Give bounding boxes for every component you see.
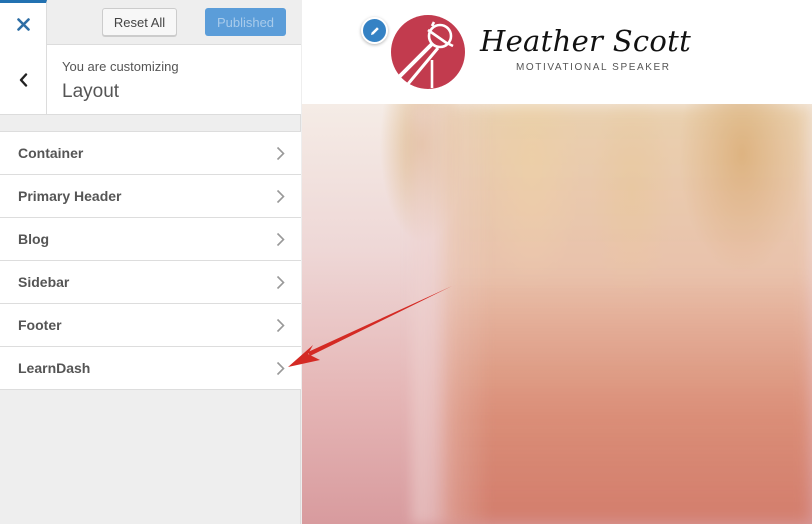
menu-item-label: Primary Header	[18, 188, 122, 204]
chevron-right-icon	[276, 189, 285, 204]
section-header: You are customizing Layout	[0, 45, 301, 115]
menu-item-label: LearnDash	[18, 360, 91, 376]
chevron-right-icon	[276, 275, 285, 290]
menu-item-primary-header[interactable]: Primary Header	[0, 175, 301, 218]
site-preview[interactable]: Heather Scott MOTIVATIONAL SPEAKER	[302, 0, 812, 524]
section-title: Layout	[62, 81, 120, 102]
menu-item-label: Sidebar	[18, 274, 70, 290]
chevron-right-icon	[276, 318, 285, 333]
site-header: Heather Scott MOTIVATIONAL SPEAKER	[302, 0, 812, 104]
reset-all-button[interactable]: Reset All	[102, 8, 177, 36]
customizer-header: Reset All Published	[0, 0, 301, 45]
menu-item-label: Blog	[18, 231, 50, 247]
publish-button[interactable]: Published	[205, 8, 286, 36]
close-customizer-button[interactable]	[0, 0, 47, 45]
hero-image-overlay	[442, 104, 812, 524]
edit-shortcut-button[interactable]	[361, 17, 388, 44]
chevron-left-icon	[19, 72, 27, 87]
layout-section-list: Container Primary Header Blog Sidebar Fo…	[0, 131, 301, 390]
menu-item-label: Container	[18, 145, 84, 161]
chevron-right-icon	[276, 146, 285, 161]
microphone-logo-icon	[391, 15, 465, 89]
menu-item-container[interactable]: Container	[0, 132, 301, 175]
chevron-right-icon	[276, 232, 285, 247]
pencil-icon	[370, 26, 379, 35]
menu-item-label: Footer	[18, 317, 62, 333]
close-x-icon	[16, 17, 30, 31]
menu-item-blog[interactable]: Blog	[0, 218, 301, 261]
customizing-label: You are customizing	[62, 59, 179, 74]
menu-item-footer[interactable]: Footer	[0, 304, 301, 347]
customizer-sidebar: Reset All Published You are customizing …	[0, 0, 301, 524]
menu-item-learndash[interactable]: LearnDash	[0, 347, 301, 390]
back-button[interactable]	[0, 45, 47, 114]
hero-image-fade	[412, 104, 492, 524]
site-title[interactable]: Heather Scott	[480, 24, 691, 58]
menu-item-sidebar[interactable]: Sidebar	[0, 261, 301, 304]
chevron-right-icon	[276, 361, 285, 376]
site-tagline: MOTIVATIONAL SPEAKER	[516, 62, 671, 73]
